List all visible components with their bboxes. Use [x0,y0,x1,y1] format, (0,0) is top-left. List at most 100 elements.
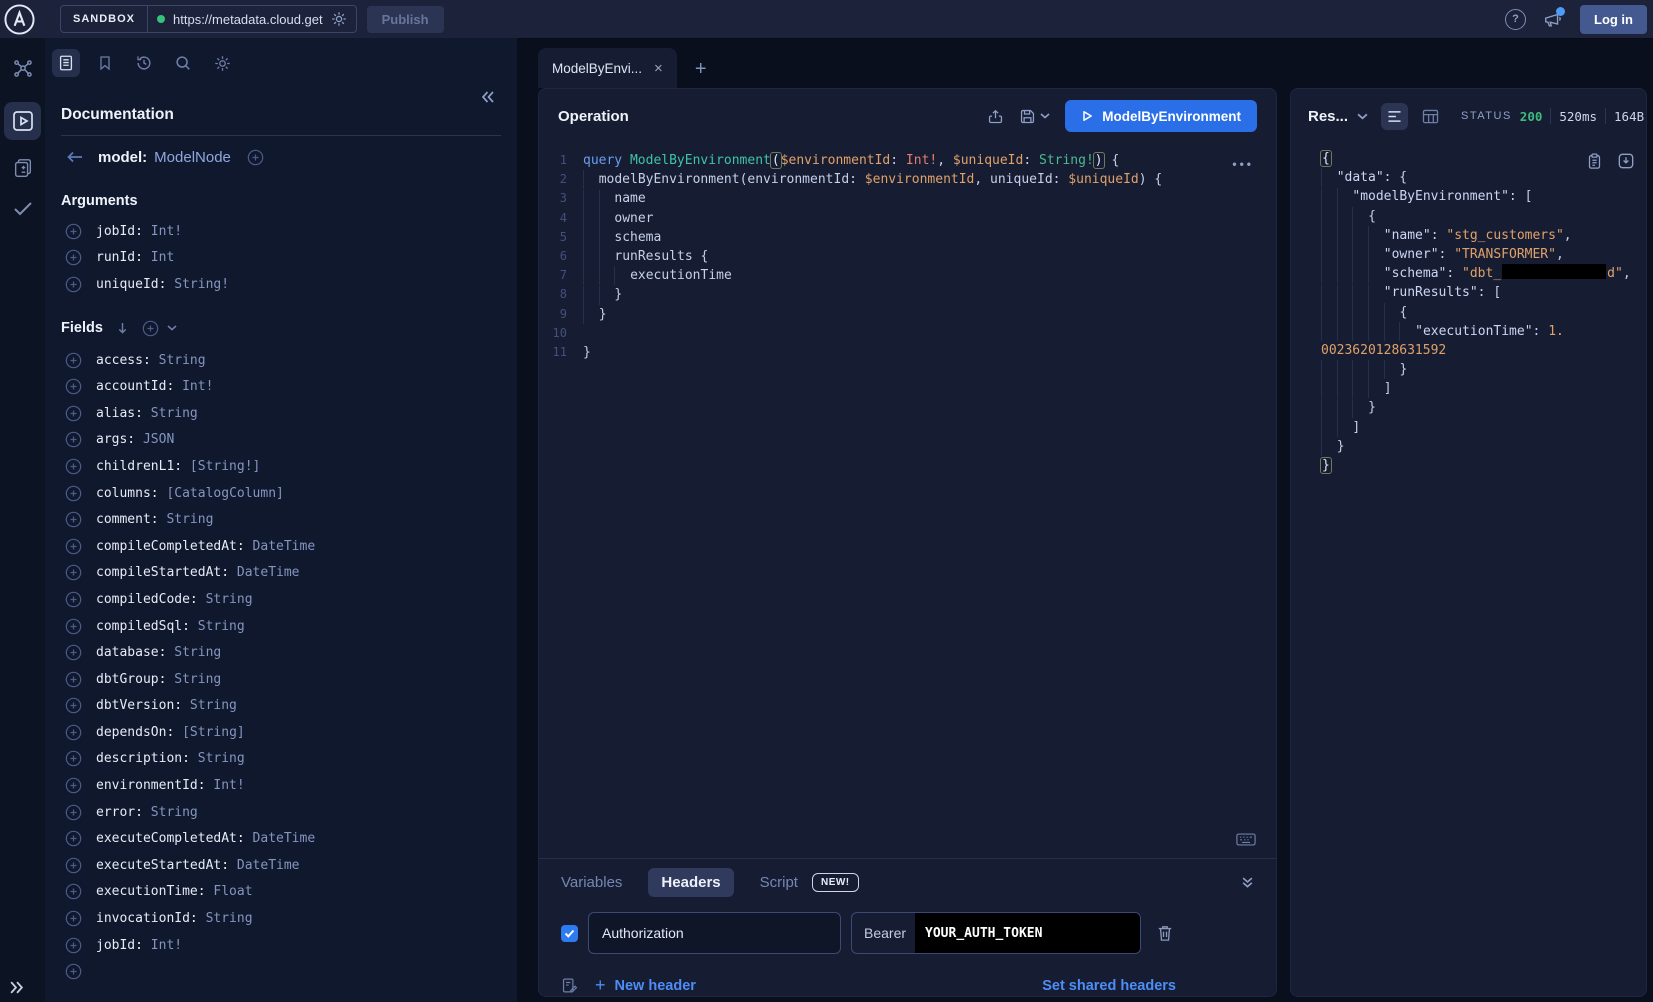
add-field-icon[interactable] [65,724,82,741]
apollo-logo-icon[interactable] [2,2,36,36]
add-field-icon[interactable] [65,223,82,240]
query-editor[interactable]: 1query ModelByEnvironment($environmentId… [539,143,1276,858]
documentation-tab-icon[interactable] [52,49,80,77]
close-tab-icon[interactable]: × [654,61,663,76]
header-key-input[interactable] [588,912,841,954]
add-field-icon[interactable] [65,671,82,688]
field-row[interactable]: database: String [45,639,517,666]
add-field-icon[interactable] [65,618,82,635]
field-row[interactable]: compileCompletedAt: DateTime [45,533,517,560]
field-row[interactable]: jobId: Int! [45,932,517,959]
add-field-icon[interactable] [65,830,82,847]
add-field-icon[interactable] [65,378,82,395]
help-icon[interactable]: ? [1505,9,1526,30]
field-row[interactable]: comment: String [45,506,517,533]
field-row[interactable]: dbtVersion: String [45,693,517,720]
back-arrow-icon[interactable] [67,151,83,163]
response-selector[interactable]: Res... [1308,108,1348,125]
new-tab-button[interactable]: + [689,58,713,80]
collapse-subpanel-icon[interactable] [1241,876,1254,889]
operation-collections-icon[interactable] [0,157,45,179]
share-operation-icon[interactable] [987,108,1004,125]
field-row[interactable]: executionTime: Float [45,879,517,906]
add-field-icon[interactable] [65,937,82,954]
field-row[interactable]: compiledSql: String [45,613,517,640]
add-field-icon[interactable] [65,249,82,266]
fields-options-chevron-icon[interactable] [167,325,177,331]
field-row[interactable]: error: String [45,799,517,826]
field-row[interactable]: invocationId: String [45,905,517,932]
breadcrumb-type[interactable]: ModelNode [154,149,231,166]
add-field-icon[interactable] [65,352,82,369]
explorer-nav-item[interactable] [4,102,41,140]
header-enabled-checkbox[interactable] [561,925,578,942]
tab-headers[interactable]: Headers [648,868,733,897]
table-view-icon[interactable] [1417,103,1444,130]
add-field-icon[interactable] [65,777,82,794]
add-field-icon[interactable] [65,511,82,528]
response-chevron-icon[interactable] [1357,113,1368,120]
field-row[interactable]: executeCompletedAt: DateTime [45,825,517,852]
add-field-icon[interactable] [65,591,82,608]
schema-graph-icon[interactable] [0,58,45,80]
copy-response-icon[interactable] [1587,153,1602,170]
add-field-icon[interactable] [65,963,82,980]
save-operation-group[interactable] [1019,108,1050,125]
new-header-button[interactable]: + New header [595,975,696,996]
add-field-icon[interactable] [65,564,82,581]
add-field-icon[interactable] [65,276,82,293]
add-field-icon[interactable] [65,458,82,475]
explorer-settings-gear-icon[interactable] [208,49,236,77]
tab-variables[interactable]: Variables [561,874,622,891]
collapse-docs-icon[interactable] [481,91,495,103]
add-field-icon[interactable] [247,149,264,166]
download-response-icon[interactable] [1618,153,1634,170]
add-all-fields-icon[interactable] [142,320,159,337]
add-field-icon[interactable] [65,405,82,422]
sort-fields-icon[interactable] [117,322,128,335]
field-row[interactable]: uniqueId: String! [45,271,517,298]
auth-token-value[interactable]: YOUR_AUTH_TOKEN [915,913,1140,953]
add-field-icon[interactable] [65,431,82,448]
add-field-icon[interactable] [65,697,82,714]
field-row[interactable]: jobId: Int! [45,218,517,245]
field-row[interactable]: access: String [45,347,517,374]
field-row[interactable]: childrenL1: [String!] [45,453,517,480]
field-row[interactable]: args: JSON [45,427,517,454]
add-field-icon[interactable] [65,857,82,874]
endpoint-url-box[interactable]: https://metadata.cloud.get [148,6,356,32]
field-row[interactable] [45,958,517,985]
announcements-icon[interactable] [1543,10,1563,29]
editor-options-icon[interactable]: ••• [1232,157,1254,171]
field-row[interactable]: runId: Int [45,245,517,272]
bulk-edit-icon[interactable] [561,977,578,994]
operation-tab[interactable]: ModelByEnvi... × [538,48,677,88]
history-icon[interactable] [130,49,158,77]
connection-settings-gear-icon[interactable] [331,11,347,27]
tab-script[interactable]: Script [760,874,798,891]
field-row[interactable]: columns: [CatalogColumn] [45,480,517,507]
saved-operations-icon[interactable] [91,49,119,77]
field-row[interactable]: compileStartedAt: DateTime [45,560,517,587]
add-field-icon[interactable] [65,485,82,502]
login-button[interactable]: Log in [1580,5,1647,34]
search-icon[interactable] [169,49,197,77]
field-row[interactable]: accountId: Int! [45,373,517,400]
field-row[interactable]: environmentId: Int! [45,772,517,799]
sandbox-chip[interactable]: SANDBOX [61,6,148,32]
endpoint-url[interactable]: https://metadata.cloud.get [173,12,323,27]
field-row[interactable]: description: String [45,746,517,773]
set-shared-headers-link[interactable]: Set shared headers [1042,978,1176,994]
field-row[interactable]: executeStartedAt: DateTime [45,852,517,879]
field-row[interactable]: alias: String [45,400,517,427]
add-field-icon[interactable] [65,883,82,900]
add-field-icon[interactable] [65,644,82,661]
add-field-icon[interactable] [65,804,82,821]
field-row[interactable]: dbtGroup: String [45,666,517,693]
add-field-icon[interactable] [65,910,82,927]
response-body[interactable]: {"data": {"modelByEnvironment": [{"name"… [1291,143,1646,996]
run-operation-button[interactable]: ModelByEnvironment [1065,100,1257,132]
delete-header-icon[interactable] [1157,924,1173,942]
checks-icon[interactable] [0,196,45,220]
add-field-icon[interactable] [65,538,82,555]
